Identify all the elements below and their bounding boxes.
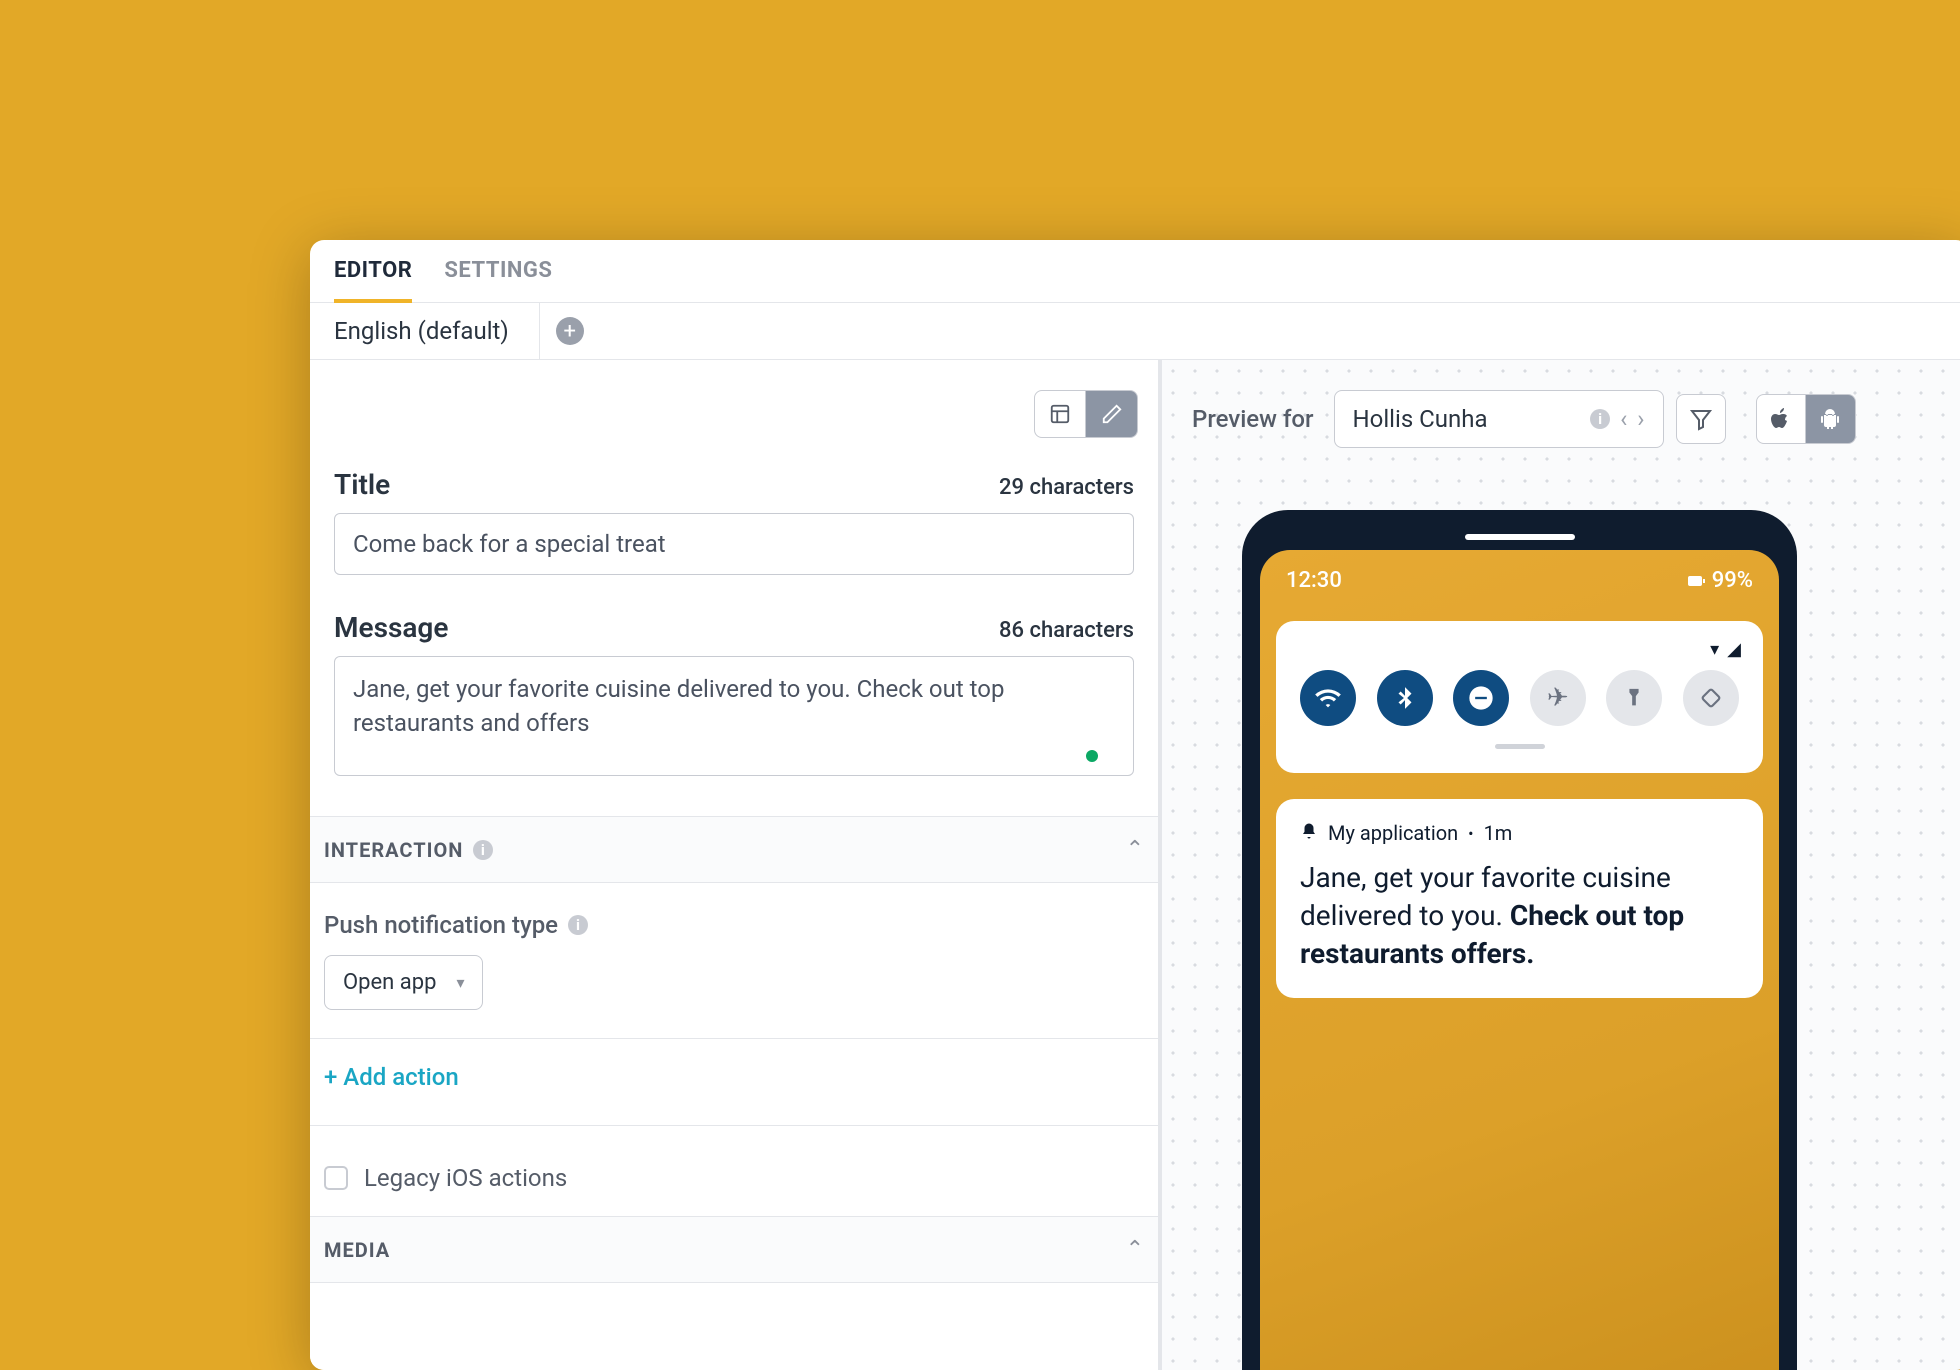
device-preview: 12:30 99% ▾ ◢ [1242, 510, 1797, 1370]
battery-icon [1688, 574, 1706, 588]
media-section-header[interactable]: MEDIA ⌃ [310, 1216, 1158, 1283]
mode-toggle [320, 390, 1148, 438]
preview-pane: Preview for Hollis Cunha i ‹ › [1162, 360, 1960, 1370]
status-dot-icon [1086, 750, 1098, 762]
apple-icon [1769, 407, 1793, 431]
legacy-ios-row: Legacy iOS actions [310, 1125, 1158, 1216]
qs-rotate-icon [1683, 670, 1739, 726]
interaction-section-header[interactable]: INTERACTION i ⌃ [310, 816, 1158, 883]
legacy-ios-label: Legacy iOS actions [364, 1164, 567, 1192]
add-language-button[interactable]: + [556, 317, 584, 345]
interaction-section-body: Push notification type i Open app ▾ [310, 883, 1158, 1039]
interaction-heading: INTERACTION [324, 838, 463, 862]
wifi-status-icon: ▾ [1710, 639, 1719, 660]
notification-age: 1m [1484, 821, 1513, 845]
editor-pane: Title 29 characters Message 86 character… [310, 360, 1162, 1370]
layout-icon [1049, 403, 1071, 425]
legacy-ios-checkbox[interactable] [324, 1166, 348, 1190]
platform-ios-button[interactable] [1756, 394, 1806, 444]
preview-toolbar: Preview for Hollis Cunha i ‹ › [1192, 390, 1950, 448]
layout-mode-button[interactable] [1034, 390, 1086, 438]
signal-status-icon: ◢ [1727, 639, 1741, 660]
chevron-up-icon: ⌃ [1126, 837, 1144, 862]
title-field: Title 29 characters [320, 468, 1148, 611]
qs-wifi-icon [1300, 670, 1356, 726]
language-row: English (default) + [310, 303, 1960, 360]
separator-dot: • [1468, 824, 1473, 843]
language-chip[interactable]: English (default) [310, 303, 540, 359]
media-heading: MEDIA [324, 1238, 390, 1262]
chevron-right-icon[interactable]: › [1637, 405, 1644, 433]
phone-battery: 99% [1712, 568, 1753, 593]
qs-bluetooth-icon [1377, 670, 1433, 726]
message-label: Message [334, 611, 448, 644]
quick-settings-panel: ▾ ◢ ✈ [1276, 621, 1763, 773]
top-tabs: EDITOR SETTINGS [310, 240, 1960, 303]
push-type-select[interactable]: Open app ▾ [324, 955, 483, 1010]
phone-notch [1465, 534, 1575, 540]
info-icon[interactable]: i [473, 840, 493, 860]
chevron-left-icon[interactable]: ‹ [1620, 405, 1627, 433]
chevron-down-icon: ▾ [456, 973, 464, 992]
message-input[interactable] [334, 656, 1134, 776]
qs-airplane-icon: ✈ [1530, 670, 1586, 726]
phone-screen: 12:30 99% ▾ ◢ [1260, 550, 1779, 1370]
panel-handle-icon [1495, 744, 1545, 749]
preview-user-select[interactable]: Hollis Cunha i ‹ › [1334, 390, 1664, 448]
notification-body: Jane, get your favorite cuisine delivere… [1300, 859, 1739, 972]
notification-card: My application • 1m Jane, get your favor… [1276, 799, 1763, 998]
chevron-up-icon: ⌃ [1126, 1237, 1144, 1262]
title-char-count: 29 characters [999, 475, 1134, 500]
message-field: Message 86 characters [320, 611, 1148, 816]
pencil-icon [1101, 403, 1123, 425]
platform-android-button[interactable] [1806, 394, 1856, 444]
add-action-link[interactable]: + Add action [310, 1039, 1158, 1103]
bell-icon [1300, 821, 1318, 845]
filter-button[interactable] [1676, 394, 1726, 444]
title-label: Title [334, 468, 390, 501]
info-icon[interactable]: i [568, 915, 588, 935]
phone-status-bar: 12:30 99% [1260, 550, 1779, 611]
push-type-label: Push notification type [324, 911, 558, 939]
tab-settings[interactable]: SETTINGS [444, 258, 552, 302]
push-type-value: Open app [343, 970, 436, 995]
title-input[interactable] [334, 513, 1134, 575]
preview-for-label: Preview for [1192, 405, 1314, 433]
qs-dnd-icon [1453, 670, 1509, 726]
tab-editor[interactable]: EDITOR [334, 258, 412, 303]
android-icon [1818, 407, 1842, 431]
edit-mode-button[interactable] [1086, 390, 1138, 438]
phone-time: 12:30 [1286, 568, 1342, 593]
preview-user-name: Hollis Cunha [1353, 405, 1488, 433]
message-char-count: 86 characters [999, 618, 1134, 643]
notification-app-name: My application [1328, 821, 1458, 845]
qs-flashlight-icon [1606, 670, 1662, 726]
app-window: EDITOR SETTINGS English (default) + [310, 240, 1960, 1370]
info-icon[interactable]: i [1590, 409, 1610, 429]
filter-icon [1689, 407, 1713, 431]
